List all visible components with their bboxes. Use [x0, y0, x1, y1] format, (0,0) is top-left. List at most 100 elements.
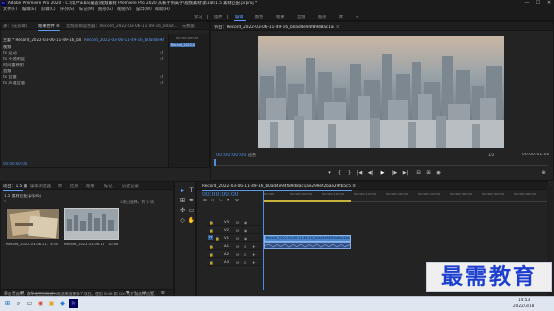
workspace-more-button[interactable]: » [356, 15, 359, 19]
work-area-bar[interactable] [263, 200, 351, 202]
solo-icon[interactable]: S [244, 260, 246, 265]
browser-icon[interactable]: ◉ [36, 299, 45, 308]
menu-graphics[interactable]: 图形(G) [98, 7, 113, 11]
lock-icon[interactable]: 🔒 [209, 260, 214, 265]
selection-tool-icon[interactable]: ▸ [178, 186, 187, 195]
solo-icon[interactable]: S [244, 252, 246, 257]
workspace-effects[interactable]: 效果 [276, 15, 284, 19]
mute-icon[interactable]: M [236, 260, 239, 265]
menu-sequence[interactable]: 序列(S) [60, 7, 74, 11]
go-to-in-button[interactable]: |◀ [356, 170, 363, 177]
mute-icon[interactable]: M [236, 252, 239, 257]
tab-program[interactable]: 节目：Record_2022-03-06-11-49-16_b0ad4e94f8… [214, 25, 334, 29]
program-scrub-bar[interactable] [214, 160, 548, 166]
add-marker-icon[interactable]: ▾ [227, 199, 229, 204]
eye-icon[interactable]: ◉ [244, 220, 247, 225]
menu-clip[interactable]: 剪辑(C) [41, 7, 56, 11]
tab-effect-controls[interactable]: 效果控件 ≡ [38, 24, 64, 28]
mute-icon[interactable]: M [236, 244, 239, 249]
hand-tool-icon[interactable]: ✋ [187, 216, 196, 225]
tab-source[interactable]: 源：(无剪辑) [3, 24, 33, 28]
step-back-button[interactable]: ◀| [367, 170, 374, 177]
export-frame-button[interactable]: ◉ [435, 170, 442, 177]
panel-menu-icon[interactable]: ≡ [336, 25, 340, 29]
menu-markers[interactable]: 标记(M) [79, 7, 94, 11]
start-menu-icon[interactable]: ⊞ [3, 299, 12, 308]
voiceover-mic-icon[interactable]: ♦ [252, 252, 255, 257]
tab-project[interactable]: 项目：1.5 素材匹配 [3, 184, 27, 188]
motion-effect[interactable]: fx 运动 [3, 51, 17, 55]
voiceover-mic-icon[interactable]: ♦ [252, 260, 255, 265]
search-icon[interactable]: ⌕ [14, 299, 23, 308]
track-select-tool-icon[interactable]: ⊞ [178, 196, 187, 205]
nest-toggle-icon[interactable]: ⊞ [203, 199, 207, 204]
button-editor-button[interactable]: ⊕ [540, 170, 547, 177]
tab-info[interactable]: 信息 [70, 184, 82, 188]
timeline-timecode[interactable]: 00:00:00:00 [202, 192, 239, 198]
sync-lock-icon[interactable]: ⊟ [236, 220, 239, 225]
tab-audio-clip-mixer[interactable]: 音频剪辑混合器：Record_2022-03-06-11-49-16_b0ad.… [66, 24, 178, 28]
mark-in-button[interactable]: { [336, 170, 343, 177]
lock-icon[interactable]: 🔒 [209, 220, 214, 225]
lock-icon[interactable]: 🔒 [209, 228, 214, 233]
workspace-libraries[interactable]: 库 [339, 15, 343, 19]
reset-icon[interactable]: ↺ [160, 57, 164, 61]
tab-effects[interactable]: 效果 [86, 184, 100, 188]
workspace-audio[interactable]: 音频 [297, 15, 305, 19]
snap-icon[interactable]: ∩ [211, 199, 214, 204]
razor-tool-icon[interactable]: ◇ [178, 216, 187, 225]
premiere-taskbar-icon[interactable]: Pr [69, 299, 78, 308]
pen-tool-icon[interactable]: ✒ [187, 196, 196, 205]
reset-icon[interactable]: ↺ [160, 75, 164, 79]
menu-help[interactable]: 帮助(H) [155, 7, 170, 11]
tab-sequence[interactable]: Record_2022-03-06-11-49-16_b0ad4e94f89d8… [202, 184, 362, 188]
lock-icon[interactable]: 🔒 [215, 236, 220, 241]
playback-resolution-select[interactable]: 1/2 [488, 153, 494, 157]
menu-window[interactable]: 窗口(W) [136, 7, 152, 11]
effect-controls-timecode[interactable]: 00:00:00:00 [3, 162, 27, 166]
source-patch-v1[interactable]: V1 [208, 235, 213, 240]
mark-out-button[interactable]: } [346, 170, 353, 177]
project-clip-thumbnail-selected[interactable] [64, 208, 119, 240]
timeline-audio-clip[interactable] [264, 242, 351, 249]
play-button[interactable]: ▶ [379, 170, 386, 177]
task-view-icon[interactable]: ▭ [25, 299, 34, 308]
menu-view[interactable]: 视图(V) [117, 7, 132, 11]
voiceover-mic-icon[interactable]: ♦ [252, 244, 255, 249]
tab-history[interactable]: 历史记录 [122, 184, 144, 188]
go-to-out-button[interactable]: ▶| [402, 170, 409, 177]
tab-media-browser[interactable]: 媒体浏览器 [30, 184, 54, 188]
volume-effect[interactable]: fx 音量 [3, 75, 17, 79]
reset-icon[interactable]: ↺ [160, 81, 164, 85]
time-remap-effect[interactable]: 时间重映射 [3, 63, 24, 67]
file-explorer-icon[interactable]: ▣ [47, 299, 56, 308]
workspace-graphics[interactable]: 图形 [318, 15, 326, 19]
eye-icon[interactable]: ◉ [244, 228, 247, 233]
rectangle-tool-icon[interactable]: ▭ [187, 206, 196, 215]
workspace-learning[interactable]: 学习 [194, 15, 202, 19]
eye-icon[interactable]: ◉ [244, 236, 247, 241]
menu-file[interactable]: 文件(F) [3, 7, 17, 11]
timeline-playhead[interactable] [263, 190, 264, 290]
step-forward-button[interactable]: |▶ [391, 170, 398, 177]
workspace-editing[interactable]: 编辑 [235, 15, 243, 19]
ripple-edit-tool-icon[interactable]: ✣ [178, 206, 187, 215]
timeline-settings-icon[interactable]: ⚙ [235, 199, 239, 204]
program-timecode-current[interactable]: 00:00:00:00 [216, 153, 247, 158]
tab-libraries[interactable]: 库 [58, 184, 66, 188]
zoom-level-select[interactable]: 适合 [248, 153, 256, 157]
workspace-assembly[interactable]: 组件 [214, 15, 222, 19]
menu-edit[interactable]: 编辑(E) [22, 7, 36, 11]
lift-button[interactable]: ⊟ [415, 170, 422, 177]
workspace-color[interactable]: 颜色 [255, 15, 263, 19]
mini-timeline-clip[interactable]: Record_2022-03-06-11-4... [170, 43, 195, 47]
type-tool-icon[interactable]: T [187, 186, 196, 195]
tab-metadata[interactable]: 元数据 [182, 24, 204, 28]
reset-icon[interactable]: ↺ [160, 51, 164, 55]
effect-controls-mini-timeline[interactable] [168, 34, 209, 167]
opacity-effect[interactable]: fx 不透明度 [3, 57, 25, 61]
tab-markers[interactable]: 标记 [104, 184, 118, 188]
search-icon[interactable]: ⌕ [4, 200, 7, 205]
sync-lock-icon[interactable]: ⊟ [236, 236, 239, 241]
program-playhead[interactable] [214, 159, 216, 166]
